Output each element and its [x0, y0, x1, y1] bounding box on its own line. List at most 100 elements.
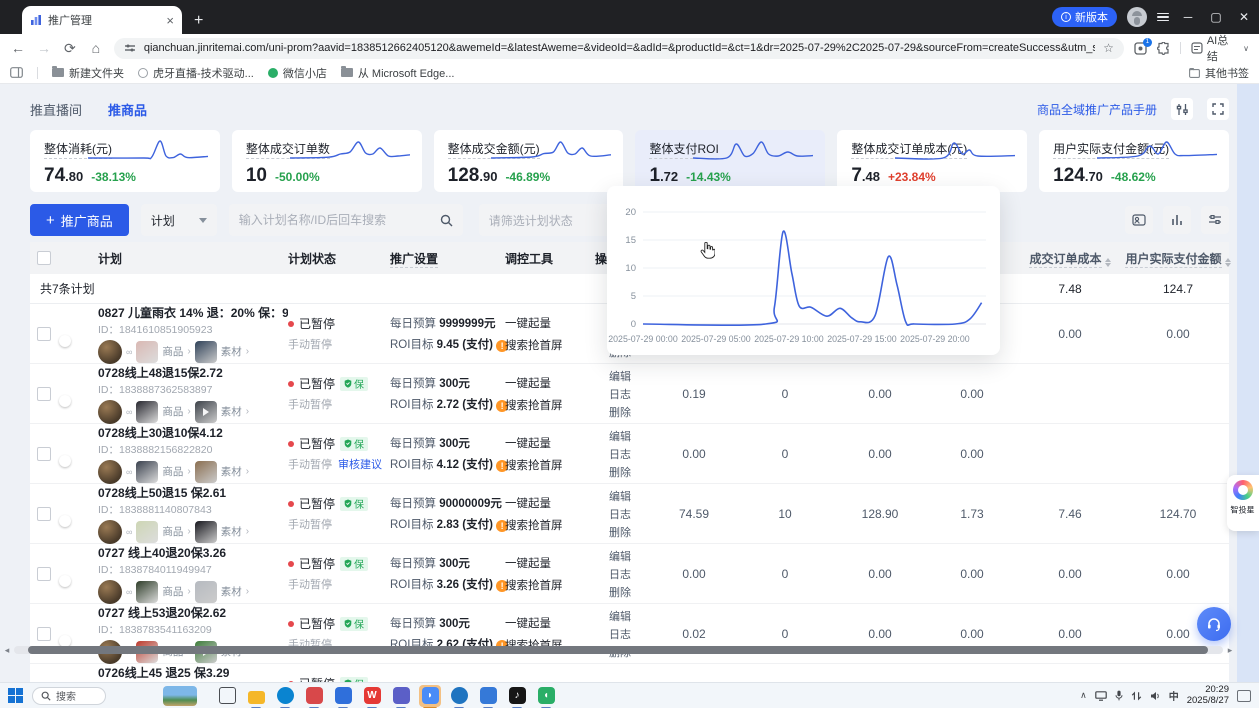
widgets-weather-icon[interactable]	[163, 686, 197, 706]
col-plan[interactable]: 计划	[98, 250, 288, 267]
home-button[interactable]: ⌂	[88, 40, 104, 56]
log-link[interactable]: 日志	[609, 506, 650, 522]
log-link[interactable]: 日志	[609, 566, 650, 582]
product-thumbnail[interactable]	[136, 581, 158, 603]
tab-close-icon[interactable]: ×	[166, 13, 174, 28]
log-link[interactable]: 日志	[609, 626, 650, 642]
start-button-icon[interactable]	[8, 688, 23, 703]
material-link[interactable]: 素材	[221, 404, 242, 419]
file-explorer-icon[interactable]	[245, 685, 267, 707]
forward-button[interactable]: →	[36, 40, 52, 56]
sort-icon[interactable]	[1225, 258, 1231, 267]
product-thumbnail[interactable]	[136, 401, 158, 423]
back-button[interactable]: ←	[10, 40, 26, 56]
wechat-icon[interactable]: ◖	[535, 685, 557, 707]
row-checkbox[interactable]	[37, 507, 51, 521]
plan-title[interactable]: 0726线上45 退25 保3.29	[98, 664, 288, 681]
material-thumbnail[interactable]	[195, 581, 217, 603]
new-version-button[interactable]: i新版本	[1052, 7, 1117, 27]
row-checkbox[interactable]	[37, 567, 51, 581]
col-tools[interactable]: 调控工具	[505, 250, 595, 267]
delete-link[interactable]: 删除	[609, 524, 650, 540]
product-link[interactable]: 商品	[162, 344, 183, 359]
col-setting[interactable]: 推广设置	[390, 250, 505, 267]
profile-avatar[interactable]	[1127, 7, 1147, 27]
product-thumbnail[interactable]	[136, 521, 158, 543]
fullscreen-icon[interactable]	[1207, 98, 1229, 120]
extensions-puzzle-icon[interactable]	[1157, 42, 1170, 55]
material-link[interactable]: 素材	[221, 464, 242, 479]
wps-icon[interactable]: W	[361, 685, 383, 707]
product-manual-link[interactable]: 商品全域推广产品手册	[1037, 101, 1157, 118]
maximize-button[interactable]: ▢	[1207, 10, 1225, 24]
row-checkbox[interactable]	[37, 327, 51, 341]
new-tab-button[interactable]: +	[194, 12, 203, 30]
stat-card[interactable]: 整体支付ROI 1.72 -14.43%	[635, 130, 825, 192]
product-link[interactable]: 商品	[162, 464, 183, 479]
material-link[interactable]: 素材	[221, 524, 242, 539]
search-input[interactable]	[239, 213, 419, 227]
ai-summary-button[interactable]: AI总结 ∨	[1191, 32, 1249, 64]
app-red-icon[interactable]	[303, 685, 325, 707]
search-top-screen-link[interactable]: 搜索抢首屏	[505, 397, 595, 413]
stat-card[interactable]: 整体成交金额(元) 128.90 -46.89%	[434, 130, 624, 192]
plan-title[interactable]: 0727 线上53退20保2.62	[98, 604, 288, 621]
stat-card[interactable]: 整体消耗(元) 74.80 -38.13%	[30, 130, 220, 192]
col-order-cost[interactable]: 成交订单成本	[1016, 250, 1124, 267]
col-status[interactable]: 计划状态	[288, 250, 390, 267]
task-view-icon[interactable]	[216, 685, 238, 707]
one-key-boost-link[interactable]: 一键起量	[505, 615, 595, 631]
edge-browser-icon[interactable]	[274, 685, 296, 707]
url-bar[interactable]: qianchuan.jinritemai.com/uni-prom?aavid=…	[114, 38, 1124, 59]
one-key-boost-link[interactable]: 一键起量	[505, 495, 595, 511]
reload-button[interactable]: ⟳	[62, 40, 78, 57]
scroll-left-icon[interactable]: ◂	[0, 645, 14, 656]
minimize-button[interactable]: ─	[1179, 10, 1197, 24]
browser-menu-icon[interactable]	[1157, 13, 1169, 22]
search-top-screen-link[interactable]: 搜索抢首屏	[505, 457, 595, 473]
douyin-icon[interactable]: ♪	[506, 685, 528, 707]
plan-title[interactable]: 0727 线上40退20保3.26	[98, 544, 288, 561]
material-thumbnail[interactable]	[195, 521, 217, 543]
assistant-widget[interactable]: 智投星	[1227, 475, 1259, 531]
horizontal-scrollbar[interactable]: ◂ ▸	[0, 644, 1237, 656]
material-thumbnail[interactable]	[195, 461, 217, 483]
office-app-icon[interactable]	[332, 685, 354, 707]
volume-icon[interactable]	[1150, 691, 1161, 701]
ime-indicator[interactable]: 中	[1169, 688, 1179, 703]
display-icon[interactable]	[1095, 691, 1107, 701]
log-link[interactable]: 日志	[609, 386, 650, 402]
edit-link[interactable]: 编辑	[609, 488, 650, 504]
material-link[interactable]: 素材	[221, 344, 242, 359]
select-all-checkbox[interactable]	[37, 251, 51, 265]
bookmark-star-icon[interactable]: ☆	[1103, 41, 1114, 55]
product-link[interactable]: 商品	[162, 584, 183, 599]
delete-link[interactable]: 删除	[609, 404, 650, 420]
plan-title[interactable]: 0728线上48退15保2.72	[98, 364, 288, 381]
tab-product[interactable]: 推商品	[108, 100, 147, 119]
stat-card[interactable]: 用户实际支付金额(元) 124.70 -48.62%	[1039, 130, 1229, 192]
product-thumbnail[interactable]	[136, 461, 158, 483]
chart-columns-icon[interactable]	[1163, 206, 1191, 234]
row-checkbox[interactable]	[37, 627, 51, 641]
customer-support-button[interactable]	[1197, 607, 1231, 641]
material-thumbnail[interactable]	[195, 341, 217, 363]
plan-title[interactable]: 0728线上30退10保4.12	[98, 424, 288, 441]
potplayer-icon[interactable]	[448, 685, 470, 707]
taskbar-search[interactable]: 搜索	[32, 687, 106, 705]
product-thumbnail[interactable]	[136, 341, 158, 363]
col-user-paid[interactable]: 用户实际支付金额	[1124, 250, 1232, 267]
search-top-screen-link[interactable]: 搜索抢首屏	[505, 517, 595, 533]
scrollbar-thumb[interactable]	[28, 646, 1208, 654]
extension-icon[interactable]: 1	[1134, 42, 1147, 55]
sort-icon[interactable]	[1105, 258, 1111, 267]
row-checkbox[interactable]	[37, 387, 51, 401]
search-top-screen-link[interactable]: 搜索抢首屏	[505, 577, 595, 593]
notification-center-icon[interactable]	[1237, 690, 1251, 702]
site-settings-icon[interactable]	[124, 42, 136, 54]
edit-link[interactable]: 编辑	[609, 548, 650, 564]
hidden-icons-chevron[interactable]: ∧	[1080, 690, 1087, 701]
search-box[interactable]	[229, 204, 463, 236]
plan-title[interactable]: 0728线上50退15 保2.61	[98, 484, 288, 501]
plan-title[interactable]: 0827 儿童雨衣 14% 退：20% 保：9.92	[98, 304, 288, 321]
